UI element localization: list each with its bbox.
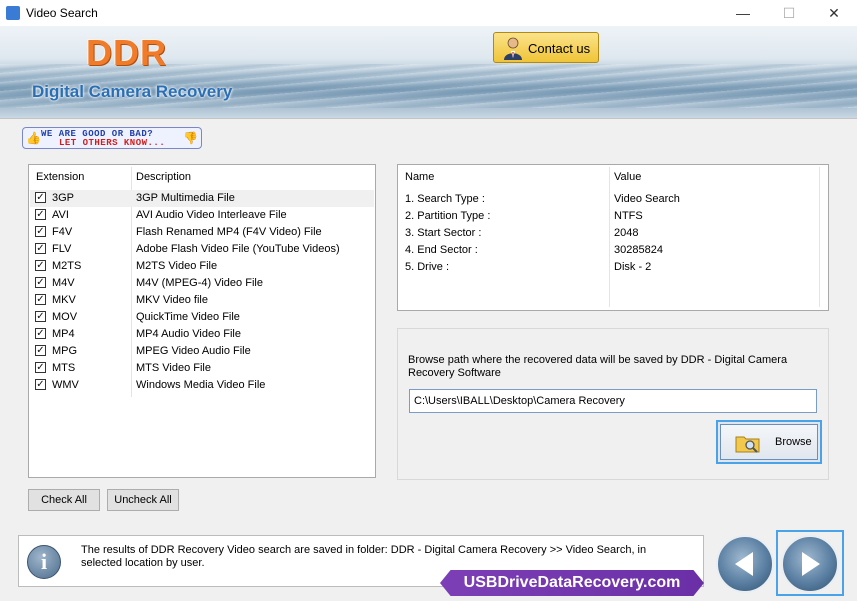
extension-description: MTS Video File [136, 362, 211, 374]
extension-description: QuickTime Video File [136, 311, 240, 323]
back-button[interactable] [716, 535, 774, 593]
extension-checkbox[interactable]: ✓ [35, 209, 46, 220]
info-value: NTFS [614, 210, 643, 222]
column-divider [609, 167, 610, 307]
extension-name: WMV [52, 379, 79, 391]
extension-row[interactable]: ✓ M4V M4V (MPEG-4) Video File [30, 275, 374, 292]
extension-description: M2TS Video File [136, 260, 218, 272]
window-title: Video Search [26, 6, 98, 20]
extension-checkbox[interactable]: ✓ [35, 379, 46, 390]
browse-section: Browse path where the recovered data wil… [397, 328, 829, 480]
extension-checkbox[interactable]: ✓ [35, 311, 46, 322]
extension-checkbox[interactable]: ✓ [35, 260, 46, 271]
extension-row[interactable]: ✓ MTS MTS Video File [30, 360, 374, 377]
extension-row[interactable]: ✓ F4V Flash Renamed MP4 (F4V Video) File [30, 224, 374, 241]
extension-name: MPG [52, 345, 78, 357]
extension-description: Windows Media Video File [136, 379, 266, 391]
extension-name: F4V [52, 226, 73, 238]
info-value: 2048 [614, 227, 639, 239]
info-value: Video Search [614, 193, 680, 205]
info-name: 5. Drive : [405, 261, 450, 273]
extension-checkbox[interactable]: ✓ [35, 277, 46, 288]
status-message: The results of DDR Recovery Video search… [81, 544, 647, 569]
website-watermark: USBDriveDataRecovery.com [440, 570, 704, 596]
extension-description: Flash Renamed MP4 (F4V Video) File [136, 226, 322, 238]
extension-row[interactable]: ✓ MP4 MP4 Audio Video File [30, 326, 374, 343]
extension-description: MP4 Audio Video File [136, 328, 241, 340]
extension-name: MP4 [52, 328, 75, 340]
extension-list[interactable]: Extension Description ✓ 3GP 3GP Multimedia… [28, 164, 376, 478]
col-header-extension[interactable]: Extension [36, 171, 84, 183]
extension-description: MKV Video file [136, 294, 208, 306]
thumbs-down-icon: 👎 [183, 131, 198, 145]
extension-description: Adobe Flash Video File (YouTube Videos) [136, 243, 340, 255]
extension-description: 3GP Multimedia File [136, 192, 235, 204]
extension-row[interactable]: ✓ MOV QuickTime Video File [30, 309, 374, 326]
extension-row[interactable]: ✓ AVI AVI Audio Video Interleave File [30, 207, 374, 224]
col-header-description[interactable]: Description [136, 171, 191, 183]
next-button[interactable] [781, 535, 839, 593]
header-banner: DDR Digital Camera Recovery Contact us [0, 26, 857, 119]
extension-name: MOV [52, 311, 78, 323]
feedback-line-2: LET OTHERS KNOW... [59, 138, 166, 148]
browse-button-label: Browse [775, 436, 812, 448]
extension-checkbox[interactable]: ✓ [35, 345, 46, 356]
arrow-right-icon [802, 552, 820, 576]
extension-name: AVI [52, 209, 69, 221]
check-all-button[interactable]: Check All [28, 489, 100, 511]
info-name: 1. Search Type : [405, 193, 485, 205]
uncheck-all-button[interactable]: Uncheck All [107, 489, 179, 511]
browse-button[interactable]: Browse [716, 420, 822, 464]
extension-name: M4V [52, 277, 75, 289]
extension-row[interactable]: ✓ WMV Windows Media Video File [30, 377, 374, 394]
info-icon: i [27, 545, 61, 579]
minimize-button[interactable]: — [720, 0, 766, 26]
extension-description: AVI Audio Video Interleave File [136, 209, 287, 221]
title-bar: Video Search — ☐ ✕ [0, 0, 857, 26]
ddr-logo: DDR [86, 32, 167, 73]
extension-checkbox[interactable]: ✓ [35, 226, 46, 237]
app-icon [6, 6, 20, 20]
close-button[interactable]: ✕ [811, 0, 857, 26]
maximize-button[interactable]: ☐ [766, 0, 812, 26]
extension-name: M2TS [52, 260, 82, 272]
feedback-badge[interactable]: 👍 WE ARE GOOD OR BAD? LET OTHERS KNOW...… [22, 127, 202, 149]
extension-description: M4V (MPEG-4) Video File [136, 277, 263, 289]
search-info-list[interactable]: Name Value 1. Search Type : Video Search 2… [397, 164, 829, 311]
arrow-left-icon [735, 552, 753, 576]
extension-checkbox[interactable]: ✓ [35, 328, 46, 339]
col-header-name[interactable]: Name [405, 171, 434, 183]
extension-row[interactable]: ✓ MPG MPEG Video Audio File [30, 343, 374, 360]
info-value: 30285824 [614, 244, 663, 256]
col-header-value[interactable]: Value [614, 171, 641, 183]
info-name: 4. End Sector : [405, 244, 478, 256]
extension-row[interactable]: ✓ M2TS M2TS Video File [30, 258, 374, 275]
thumbs-up-icon: 👍 [26, 131, 41, 145]
extension-row[interactable]: ✓ 3GP 3GP Multimedia File [30, 190, 374, 207]
contact-us-button[interactable]: Contact us [493, 32, 599, 63]
extension-checkbox[interactable]: ✓ [35, 294, 46, 305]
extension-row[interactable]: ✓ FLV Adobe Flash Video File (YouTube Vide… [30, 241, 374, 258]
extension-row[interactable]: ✓ MKV MKV Video file [30, 292, 374, 309]
folder-search-icon [735, 436, 760, 453]
column-divider [819, 167, 820, 307]
extension-description: MPEG Video Audio File [136, 345, 251, 357]
extension-name: FLV [52, 243, 72, 255]
person-icon [504, 37, 522, 60]
info-value: Disk - 2 [614, 261, 652, 273]
extension-name: MKV [52, 294, 76, 306]
info-name: 3. Start Sector : [405, 227, 482, 239]
browse-button-face: Browse [720, 424, 818, 460]
contact-us-label: Contact us [528, 41, 591, 56]
extension-checkbox[interactable]: ✓ [35, 192, 46, 203]
extension-checkbox[interactable]: ✓ [35, 243, 46, 254]
extension-name: 3GP [52, 192, 75, 204]
extension-checkbox[interactable]: ✓ [35, 362, 46, 373]
save-path-input[interactable] [409, 389, 817, 413]
info-name: 2. Partition Type : [405, 210, 491, 222]
extension-name: MTS [52, 362, 76, 374]
browse-instructions: Browse path where the recovered data wil… [408, 354, 788, 379]
product-subtitle: Digital Camera Recovery [32, 82, 233, 101]
